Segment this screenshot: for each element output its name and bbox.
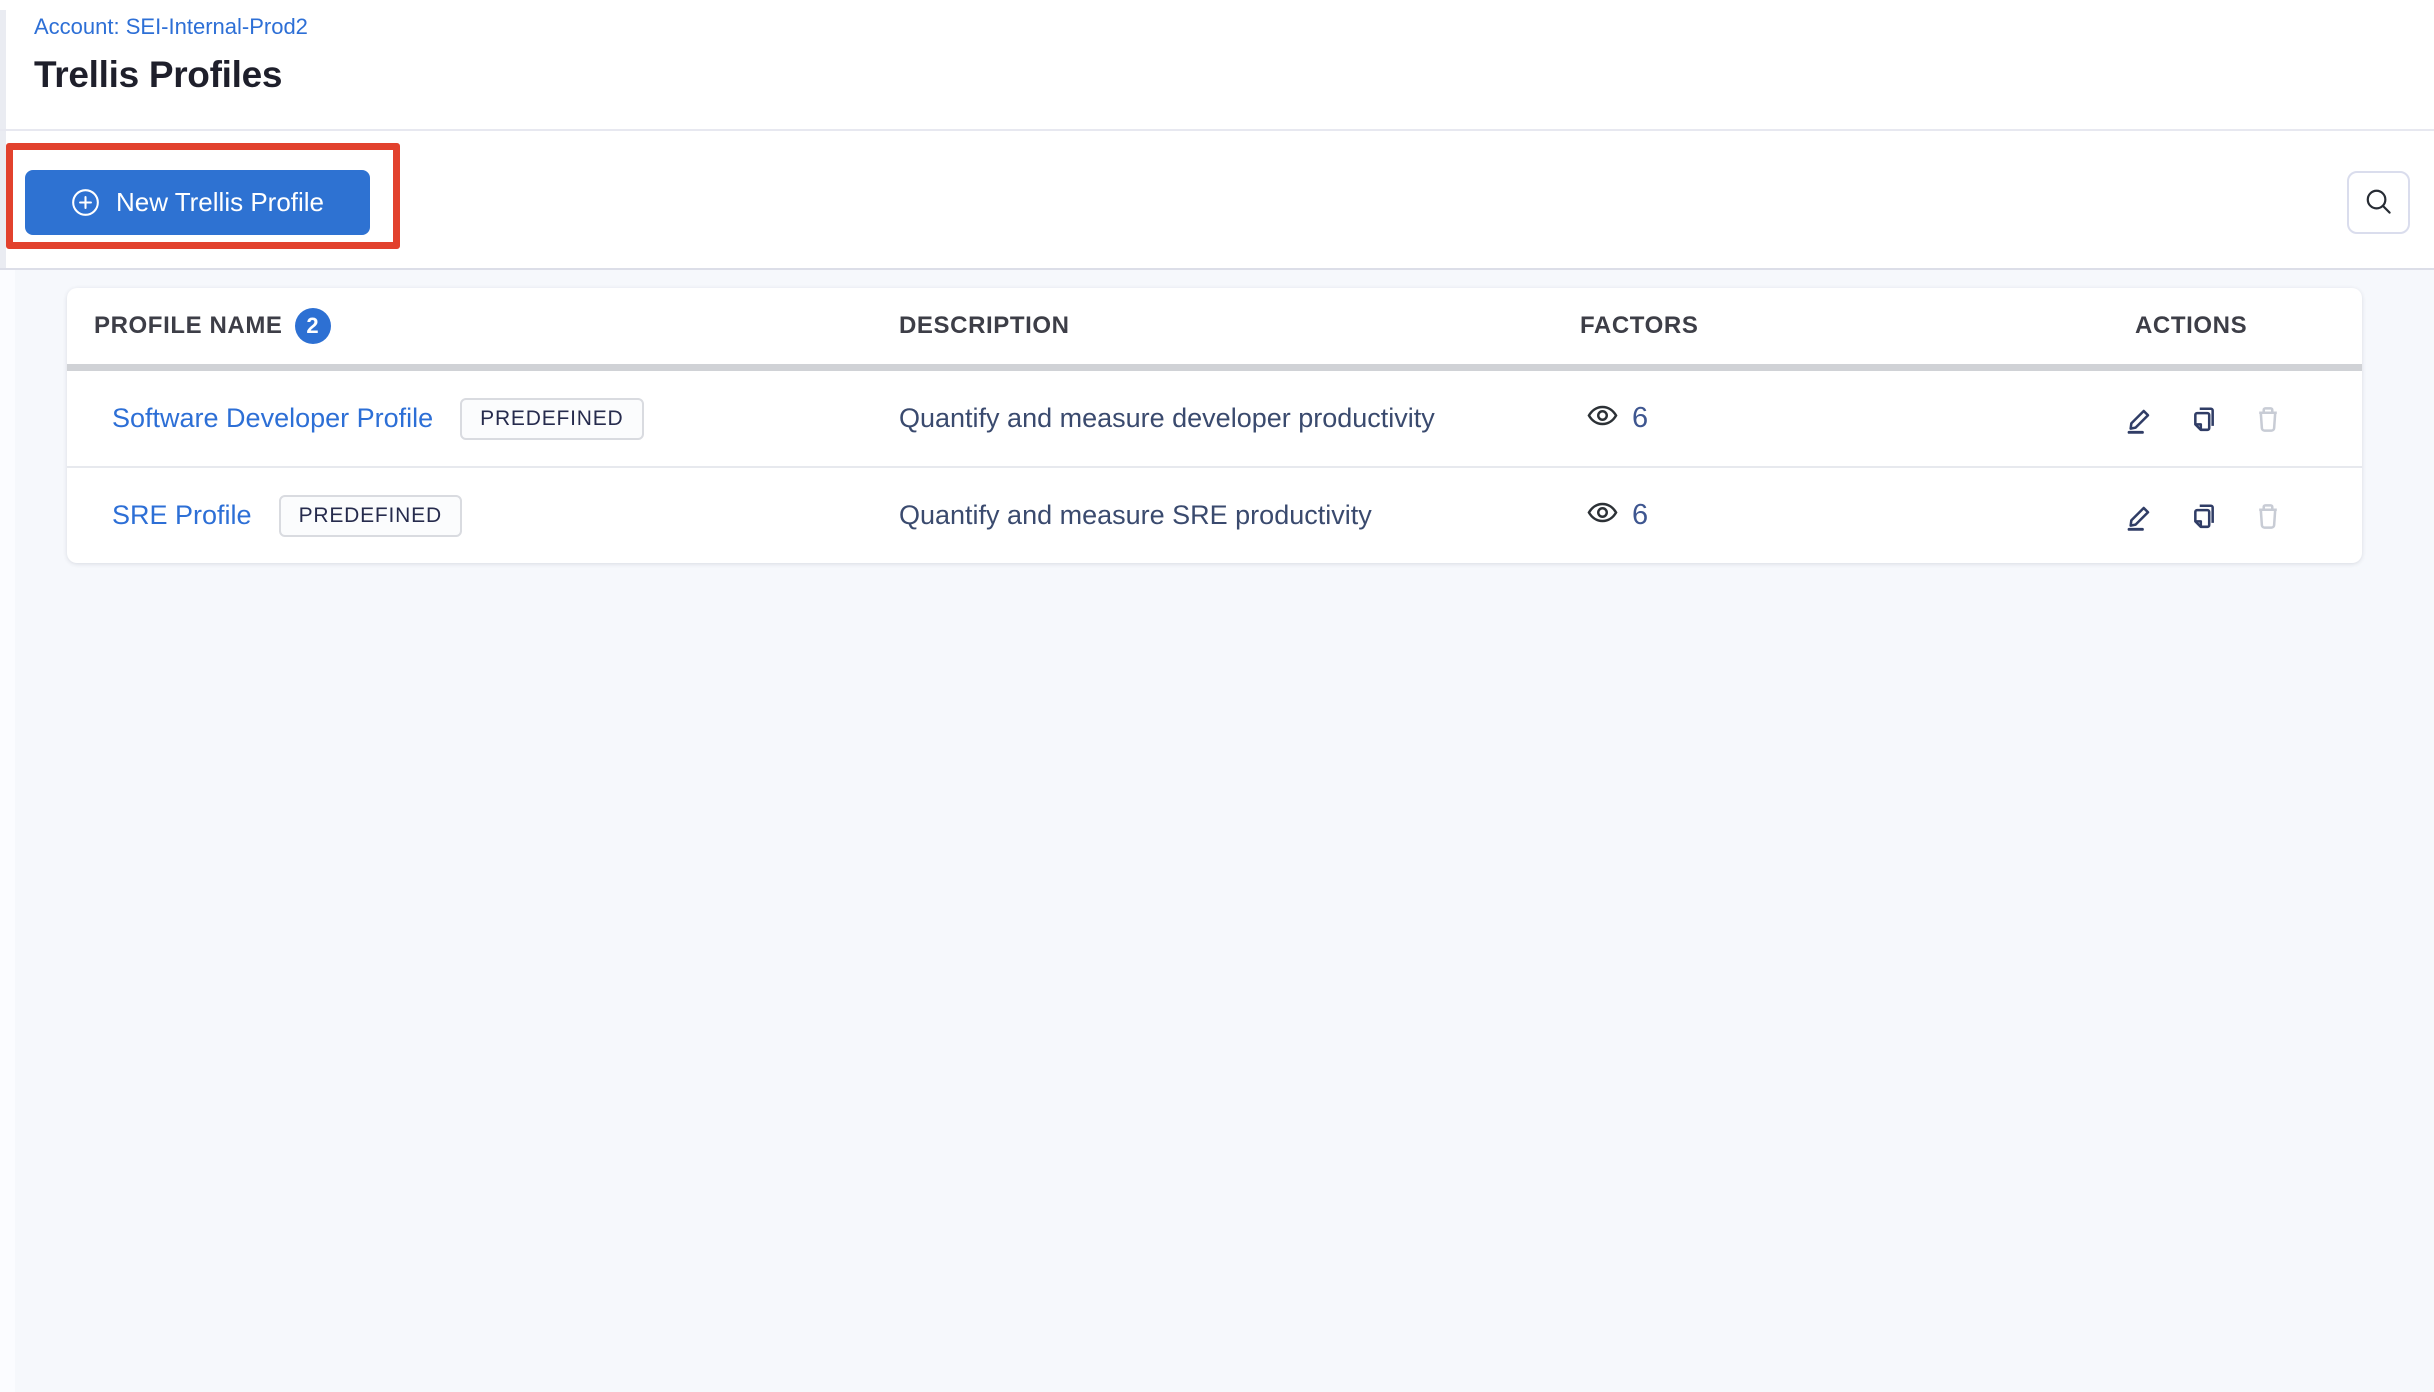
- factors-cell: 6: [1580, 400, 2110, 438]
- profile-link[interactable]: SRE Profile: [112, 500, 252, 531]
- factors-count: 6: [1632, 402, 1649, 434]
- search-button[interactable]: [2347, 171, 2410, 234]
- account-breadcrumb-link[interactable]: Account: SEI-Internal-Prod2: [34, 14, 308, 40]
- factors-count: 6: [1632, 499, 1649, 531]
- profile-description: Quantify and measure developer productiv…: [899, 403, 1435, 433]
- table-header-row: PROFILE NAME 2 DESCRIPTION FACTORS ACTIO…: [67, 288, 2362, 371]
- profile-name-header-label: PROFILE NAME: [94, 312, 283, 339]
- left-edge-strip: [0, 10, 6, 268]
- delete-icon[interactable]: [2251, 402, 2285, 436]
- actions-cell: [2110, 499, 2362, 533]
- eye-icon: [1585, 497, 1620, 535]
- delete-icon[interactable]: [2251, 499, 2285, 533]
- predefined-tag: PREDEFINED: [460, 397, 644, 440]
- edit-icon[interactable]: [2123, 499, 2157, 533]
- search-icon: [2363, 186, 2394, 220]
- column-header-profile-name: PROFILE NAME 2: [67, 308, 899, 344]
- content-area: PROFILE NAME 2 DESCRIPTION FACTORS ACTIO…: [0, 270, 2434, 1392]
- eye-icon: [1585, 400, 1620, 438]
- trellis-profiles-table: PROFILE NAME 2 DESCRIPTION FACTORS ACTIO…: [67, 288, 2362, 563]
- profile-description: Quantify and measure SRE productivity: [899, 500, 1372, 530]
- column-header-factors: FACTORS: [1580, 312, 1699, 339]
- table-row: SRE Profile PREDEFINED Quantify and meas…: [67, 468, 2362, 563]
- factors-cell: 6: [1580, 497, 2110, 535]
- copy-icon[interactable]: [2187, 499, 2221, 533]
- column-header-description: DESCRIPTION: [899, 312, 1070, 339]
- table-row: Software Developer Profile PREDEFINED Qu…: [67, 371, 2362, 466]
- actions-cell: [2110, 402, 2362, 436]
- profile-name-cell: SRE Profile PREDEFINED: [67, 494, 899, 537]
- predefined-tag: PREDEFINED: [278, 494, 462, 537]
- page-title: Trellis Profiles: [34, 54, 283, 95]
- copy-icon[interactable]: [2187, 402, 2221, 436]
- new-trellis-profile-button[interactable]: New Trellis Profile: [25, 170, 370, 235]
- profile-link[interactable]: Software Developer Profile: [112, 403, 433, 434]
- profile-count-badge: 2: [294, 308, 331, 344]
- column-header-actions: ACTIONS: [2135, 312, 2248, 339]
- profile-name-cell: Software Developer Profile PREDEFINED: [67, 397, 899, 440]
- left-edge-strip-lower: [0, 270, 15, 1392]
- edit-icon[interactable]: [2123, 402, 2157, 436]
- plus-circle-icon: [71, 188, 100, 217]
- title-divider: [0, 129, 2434, 131]
- new-trellis-profile-label: New Trellis Profile: [115, 187, 325, 217]
